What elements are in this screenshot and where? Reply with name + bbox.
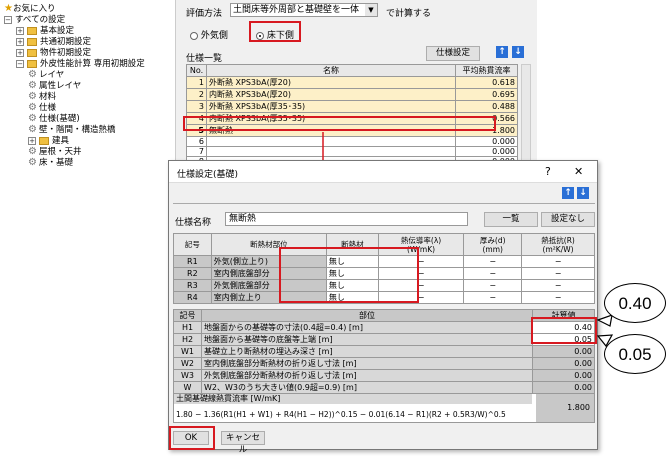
callout-value-b: 0.05 xyxy=(604,334,666,374)
callout-value-a: 0.40 xyxy=(604,283,666,323)
callout-a-pointer xyxy=(596,314,613,327)
callout-pointers xyxy=(596,314,614,348)
